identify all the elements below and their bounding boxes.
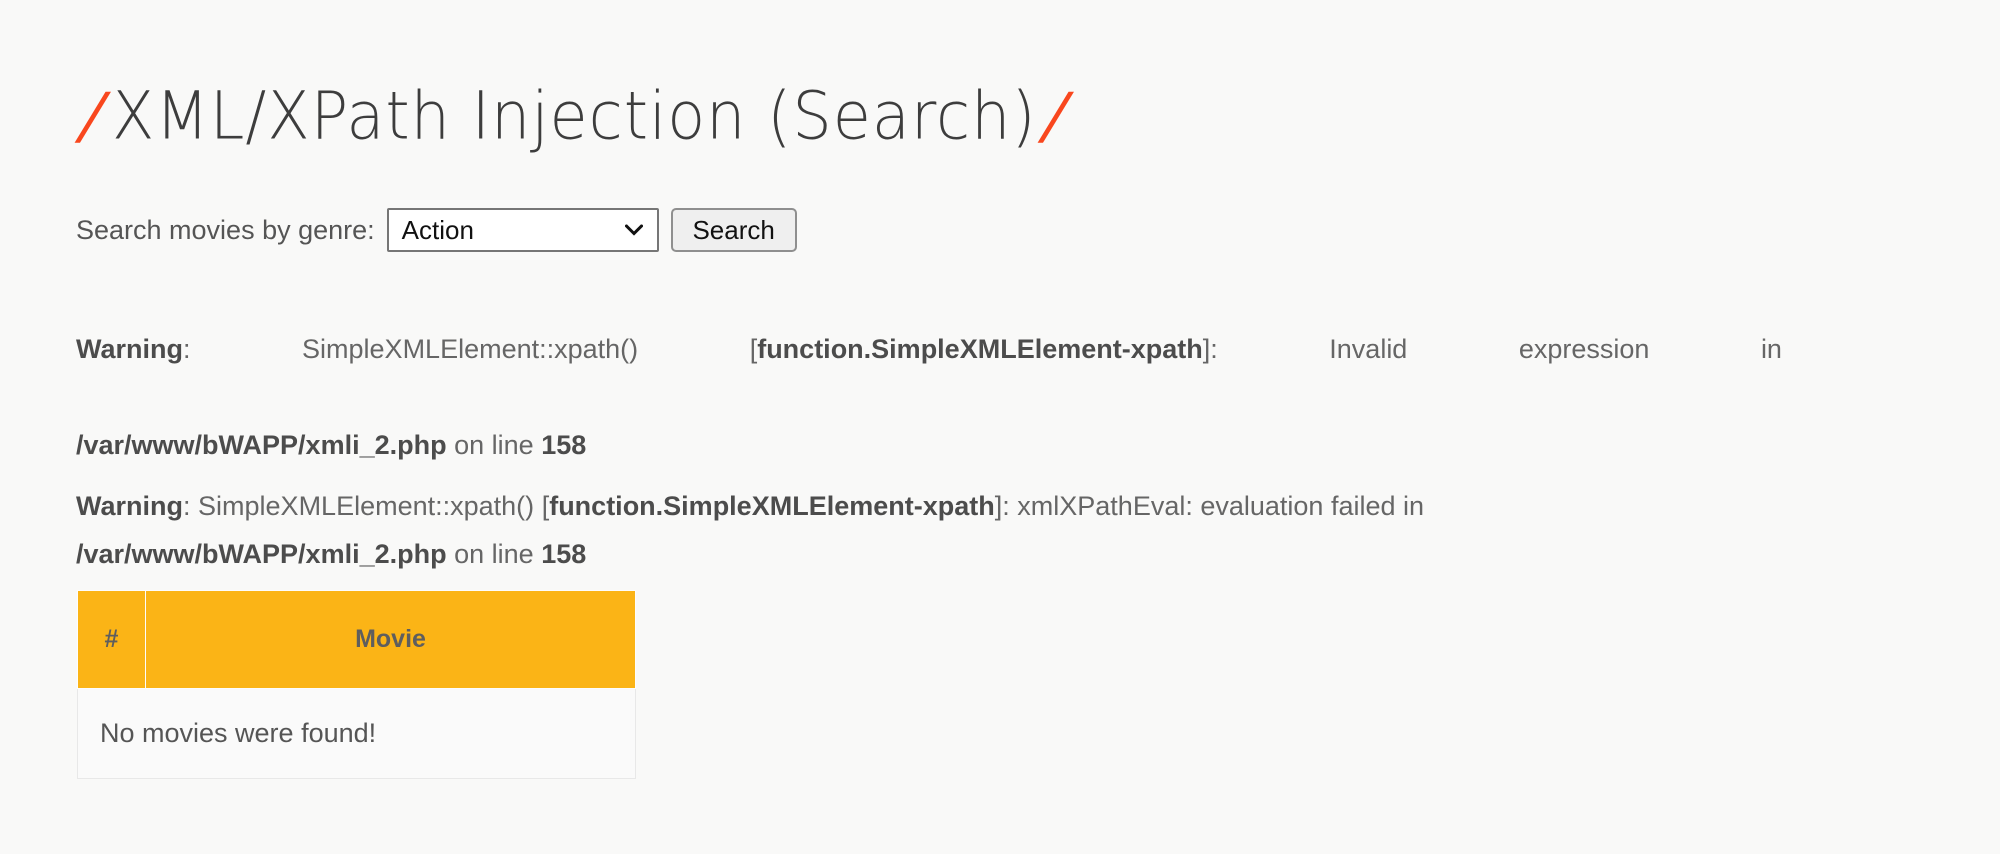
warning-2-function-call: SimpleXMLElement::xpath() (198, 491, 535, 521)
chevron-down-icon (624, 224, 643, 236)
warning-2-colon: : (183, 491, 191, 521)
warning-message-2: Warning: SimpleXMLElement::xpath() [func… (76, 482, 1782, 578)
table-row: No movies were found! (77, 688, 636, 779)
warning-1-message: Invalid expression (1329, 334, 1650, 364)
warning-1-colon: : (183, 334, 191, 364)
warning-1-label: Warning (76, 334, 183, 364)
warning-2-line-1: Warning: SimpleXMLElement::xpath() [func… (76, 482, 1782, 530)
search-button[interactable]: Search (670, 208, 797, 252)
warning-1-in: in (1760, 334, 1782, 364)
warning-2-line-2: /var/www/bWAPP/xmli_2.php on line 158 (76, 530, 1782, 578)
column-header-index: # (77, 590, 146, 689)
warning-2-file-path: /var/www/bWAPP/xmli_2.php (76, 539, 447, 569)
warning-1-line-1: Warning: SimpleXMLElement::xpath() [func… (76, 325, 1782, 421)
genre-select[interactable]: Action (386, 208, 659, 252)
page-title-text: XML/XPath Injection (Search) (111, 76, 1037, 154)
movies-table-head: # Movie (77, 590, 636, 689)
movies-table-body: No movies were found! (77, 688, 636, 779)
search-form: Search movies by genre: Action Search (76, 208, 797, 252)
warning-2-label: Warning (76, 491, 183, 521)
warning-2-in: in (1403, 491, 1425, 521)
column-header-movie: Movie (145, 590, 636, 689)
warning-1-function-call: SimpleXMLElement::xpath() (302, 334, 639, 364)
title-slash-left: / (78, 78, 108, 152)
search-genre-label: Search movies by genre: (76, 214, 375, 245)
genre-select-value: Action (401, 215, 474, 245)
table-header-row: # Movie (77, 590, 636, 689)
warning-1-colon-2: : (1210, 334, 1218, 364)
warning-1-file-path: /var/www/bWAPP/xmli_2.php (76, 430, 447, 460)
title-slash-right: / (1040, 78, 1071, 152)
warning-1-on-line: on line (454, 430, 534, 460)
warning-1-line-2: /var/www/bWAPP/xmli_2.php on line 158 (76, 421, 1782, 469)
warning-2-message: xmlXPathEval: evaluation failed (1017, 491, 1396, 521)
warning-message-1: Warning: SimpleXMLElement::xpath() [func… (76, 325, 1782, 469)
movies-results-table: # Movie No movies were found! (77, 590, 636, 779)
warning-2-function-ref: function.SimpleXMLElement-xpath (549, 491, 995, 521)
warning-2-colon-2: : (1002, 491, 1010, 521)
page-title: /XML/XPath Injection (Search)/ (74, 76, 1074, 154)
warning-2-line-number: 158 (541, 539, 587, 569)
warning-1-line-number: 158 (541, 430, 587, 460)
page-root: /XML/XPath Injection (Search)/ Search mo… (0, 0, 2000, 854)
no-results-message: No movies were found! (77, 688, 636, 779)
warning-1-function-ref: function.SimpleXMLElement-xpath (757, 334, 1203, 364)
warning-2-on-line: on line (454, 539, 534, 569)
